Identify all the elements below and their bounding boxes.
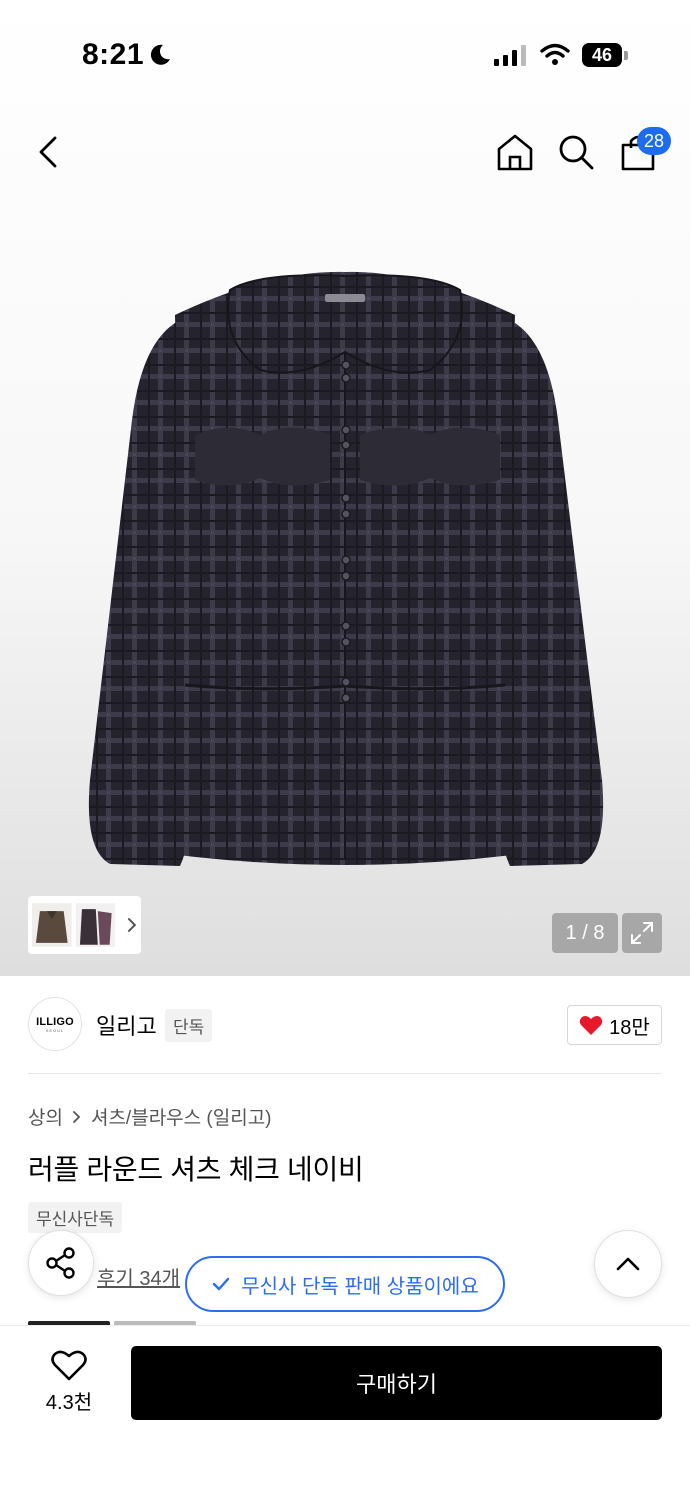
signal-icon (494, 44, 526, 66)
chevron-right-icon (128, 918, 137, 932)
breadcrumb-level1[interactable]: 상의 (28, 1103, 63, 1130)
product-title: 러플 라운드 셔츠 체크 네이비 (28, 1154, 364, 1185)
brand-row: ILLIGO SEOUL 일리고 단독 18만 (28, 997, 662, 1053)
expand-icon (631, 922, 653, 944)
exclusive-chip: 무신사단독 (28, 1202, 123, 1233)
brand-logo[interactable]: ILLIGO SEOUL (28, 997, 82, 1051)
share-button[interactable] (28, 1230, 94, 1296)
home-button[interactable] (493, 130, 537, 174)
toast-text: 무신사 단독 판매 상품이에요 (241, 1275, 479, 1298)
check-icon (213, 1277, 230, 1291)
exclusive-tag: 단독 (165, 1009, 213, 1042)
brand-logo-text: ILLIGO (36, 1015, 74, 1028)
buy-button[interactable]: 구매하기 (131, 1346, 662, 1420)
back-button[interactable] (26, 130, 70, 174)
wishlist-count: 4.3천 (45, 1392, 93, 1414)
wifi-icon (540, 43, 570, 65)
share-icon (46, 1247, 75, 1279)
related-thumbnails[interactable] (28, 896, 141, 954)
battery-indicator: 46 (582, 43, 622, 67)
thumbnail-image (75, 903, 116, 947)
breadcrumb: 상의 셔츠/블라우스 (일리고) (28, 1103, 272, 1130)
review-link[interactable]: 후기 34개 (97, 1262, 180, 1291)
chevron-left-icon (39, 136, 57, 168)
image-counter: 1 / 8 (552, 913, 618, 953)
chevron-up-icon (616, 1257, 640, 1271)
brand-name[interactable]: 일리고 (96, 1009, 157, 1041)
product-hero: 8:21 46 28 1 / 8 (0, 0, 690, 976)
chevron-right-icon (73, 1110, 81, 1123)
cart-count-badge: 28 (637, 127, 671, 155)
status-bar: 8:21 46 (0, 0, 690, 110)
divider (28, 1073, 662, 1074)
scroll-top-button[interactable] (594, 1230, 662, 1298)
thumbnail-image (32, 903, 72, 947)
wishlist-button[interactable]: 4.3천 (32, 1348, 106, 1418)
brand-like-count: 18만 (609, 1016, 650, 1039)
brand-logo-sub: SEOUL (45, 1027, 65, 1033)
exclusive-toast: 무신사 단독 판매 상품이에요 (185, 1256, 505, 1312)
breadcrumb-level2[interactable]: 셔츠/블라우스 (일리고) (91, 1103, 272, 1130)
home-icon (497, 134, 533, 171)
search-button[interactable] (554, 130, 598, 174)
brand-like-button[interactable]: 18만 (567, 1005, 662, 1045)
heart-icon (579, 1016, 603, 1035)
moon-icon (150, 44, 170, 65)
status-time: 8:21 (82, 38, 145, 71)
battery-cap (624, 51, 628, 60)
heart-outline-icon (51, 1350, 87, 1381)
expand-button[interactable] (622, 913, 662, 953)
product-image[interactable] (70, 260, 620, 890)
search-icon (559, 135, 594, 170)
